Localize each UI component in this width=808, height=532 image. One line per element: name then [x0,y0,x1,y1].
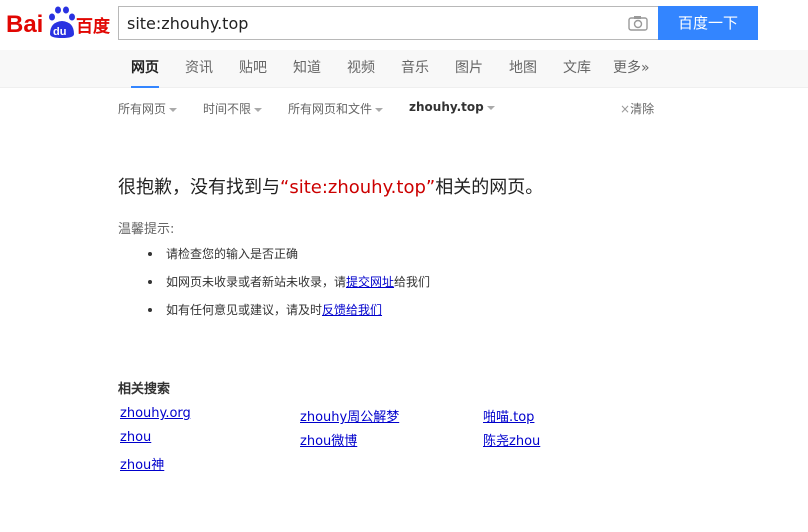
header: Bai du 百度 百度一下 [0,0,808,50]
tip-text: 给我们 [394,275,431,289]
feedback-link[interactable]: 反馈给我们 [322,303,382,317]
tip-item: 如网页未收录或者新站未收录，请提交网址给我们 [148,272,430,300]
tab-music[interactable]: 音乐 [401,50,429,88]
filter-site[interactable]: zhouhy.top [409,100,495,114]
tab-video[interactable]: 视频 [347,50,375,88]
chevron-down-icon [169,107,178,112]
filter-site-label: zhouhy.top [409,100,484,114]
tab-wenku[interactable]: 文库 [563,50,591,88]
close-quote: ” [425,177,436,198]
chevron-down-icon [375,107,384,112]
related-search-link[interactable]: zhouhy.org [120,406,191,421]
tips-list: 请检查您的输入是否正确 如网页未收录或者新站未收录，请提交网址给我们 如有任何意… [148,244,430,328]
related-search-link[interactable]: zhou [120,430,151,445]
tip-text: 如网页未收录或者新站未收录，请 [166,275,347,289]
submit-url-link[interactable]: 提交网址 [346,275,394,289]
related-search-link[interactable]: zhouhy周公解梦 [300,406,399,425]
no-result-prefix: 很抱歉，没有找到与 [118,177,280,198]
tabs-bar: 网页 资讯 贴吧 知道 视频 音乐 图片 地图 文库 更多» [0,50,808,88]
svg-text:百度: 百度 [76,16,110,37]
filter-time-label: 时间不限 [203,102,252,116]
baidu-logo[interactable]: Bai du 百度 [6,4,111,40]
tab-web[interactable]: 网页 [131,50,159,88]
filter-file-type-label: 所有网页和文件 [288,102,373,116]
filter-all-pages[interactable]: 所有网页 [118,100,178,117]
svg-text:du: du [53,26,66,38]
filter-time[interactable]: 时间不限 [203,100,263,117]
tab-news[interactable]: 资讯 [185,50,213,88]
search-input[interactable] [127,7,617,39]
tip-text: 请检查您的输入是否正确 [166,247,299,261]
tab-map[interactable]: 地图 [509,50,537,88]
tab-zhidao[interactable]: 知道 [293,50,321,88]
tip-item: 请检查您的输入是否正确 [148,244,430,272]
clear-filter-label: 清除 [630,102,655,116]
tip-item: 如有任何意见或建议，请及时反馈给我们 [148,300,430,328]
no-result-message: 很抱歉，没有找到与“site:zhouhy.top”相关的网页。 [118,173,543,199]
related-search-link[interactable]: zhou神 [120,454,164,473]
svg-text:Bai: Bai [6,11,43,38]
camera-icon[interactable] [628,15,648,31]
clear-filter-button[interactable]: ×清除 [620,100,654,117]
related-search-link[interactable]: zhou微博 [300,430,357,449]
filter-file-type[interactable]: 所有网页和文件 [288,100,384,117]
tab-tieba[interactable]: 贴吧 [239,50,267,88]
open-quote: “ [280,177,290,198]
search-box [118,6,658,40]
related-search-link[interactable]: 陈尧zhou [483,430,540,449]
tip-text: 如有任何意见或建议，请及时 [166,303,323,317]
close-icon: × [620,102,631,116]
no-result-suffix: 相关的网页。 [435,177,544,198]
chevron-down-icon [254,107,263,112]
no-result-query: site:zhouhy.top [289,177,426,198]
search-button[interactable]: 百度一下 [658,6,758,40]
tab-more[interactable]: 更多» [613,50,650,88]
tips-title: 温馨提示: [118,222,175,237]
filter-all-pages-label: 所有网页 [118,102,167,116]
related-searches-title: 相关搜索 [118,382,171,397]
related-search-link[interactable]: 啪喵.top [483,406,534,425]
chevron-down-icon [486,105,495,110]
tab-images[interactable]: 图片 [455,50,483,88]
